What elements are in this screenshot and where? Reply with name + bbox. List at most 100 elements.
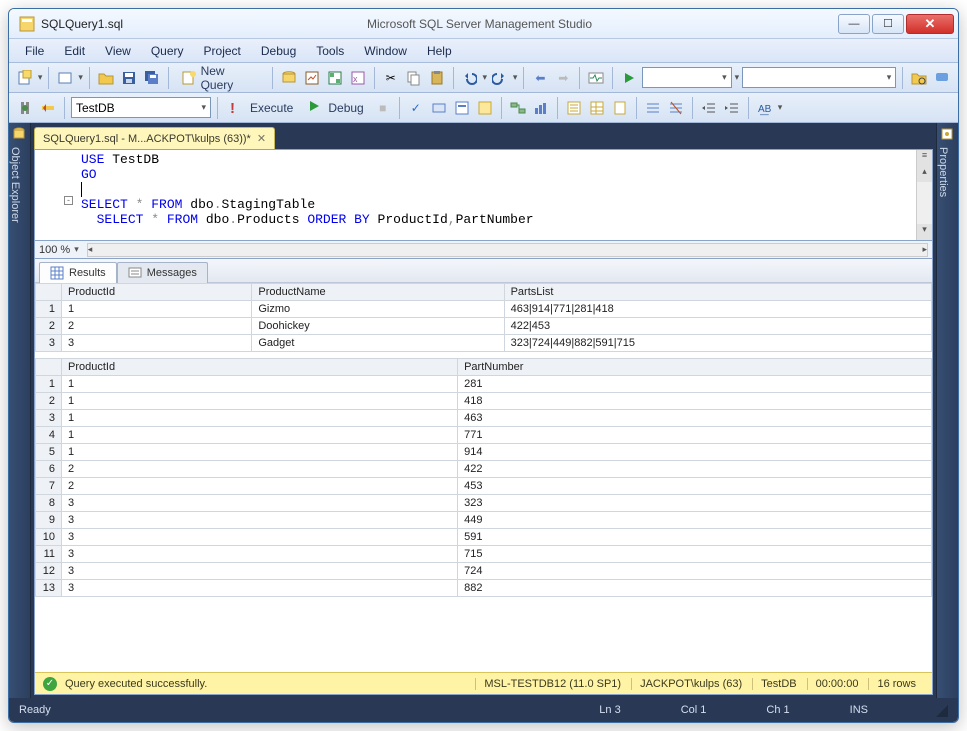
grid-cell[interactable]: Doohickey xyxy=(252,318,504,335)
messages-tab[interactable]: Messages xyxy=(117,262,208,283)
debug-button[interactable]: Debug xyxy=(302,98,369,118)
include-stats-icon[interactable] xyxy=(531,98,551,118)
menu-help[interactable]: Help xyxy=(417,41,462,61)
menu-view[interactable]: View xyxy=(95,41,141,61)
vertical-scrollbar[interactable]: ≡ ▴ ▾ xyxy=(916,150,932,240)
mdx-query-icon[interactable] xyxy=(325,68,345,88)
specify-values-icon[interactable]: A͟B xyxy=(755,98,775,118)
change-connection-icon[interactable] xyxy=(38,98,58,118)
grid-column-header[interactable]: ProductId xyxy=(62,284,252,301)
grid-cell[interactable]: 1 xyxy=(62,301,252,318)
dropdown-caret-icon[interactable]: ▾ xyxy=(735,72,740,83)
parse-icon[interactable]: ✓ xyxy=(406,98,426,118)
grid-cell[interactable]: 771 xyxy=(458,427,932,444)
scroll-up-icon[interactable]: ▴ xyxy=(917,166,932,182)
connect-icon[interactable] xyxy=(15,98,35,118)
nav-back-icon[interactable]: ⬅ xyxy=(530,68,550,88)
close-button[interactable]: ✕ xyxy=(906,14,954,34)
new-query-button[interactable]: New Query xyxy=(175,62,267,94)
editor-code[interactable]: USE TestDB GO SELECT * FROM dbo.StagingT… xyxy=(77,150,916,240)
grid-row-header[interactable]: 12 xyxy=(36,563,62,580)
copy-icon[interactable] xyxy=(404,68,424,88)
save-icon[interactable] xyxy=(119,68,139,88)
new-project-icon[interactable] xyxy=(15,68,35,88)
undo-icon[interactable] xyxy=(460,68,480,88)
menu-file[interactable]: File xyxy=(15,41,54,61)
menu-tools[interactable]: Tools xyxy=(306,41,354,61)
grid-cell[interactable]: 3 xyxy=(62,335,252,352)
grid-row-header[interactable]: 8 xyxy=(36,495,62,512)
grid-cell[interactable]: 1 xyxy=(62,444,458,461)
dropdown-caret-icon[interactable]: ▾ xyxy=(778,102,783,113)
new-item-icon[interactable] xyxy=(55,68,75,88)
find-dropdown[interactable]: ▾ xyxy=(742,67,896,88)
cancel-query-icon[interactable]: ■ xyxy=(373,98,393,118)
open-folder-icon[interactable] xyxy=(96,68,116,88)
grid-cell[interactable]: 715 xyxy=(458,546,932,563)
results-tab[interactable]: Results xyxy=(39,262,117,283)
table-row[interactable]: 41771 xyxy=(36,427,932,444)
grid-cell[interactable]: 591 xyxy=(458,529,932,546)
grid-column-header[interactable]: PartsList xyxy=(504,284,931,301)
grid-cell[interactable]: 3 xyxy=(62,563,458,580)
dropdown-caret-icon[interactable]: ▾ xyxy=(482,72,487,83)
grid-cell[interactable]: 453 xyxy=(458,478,932,495)
grid-column-header[interactable]: ProductId xyxy=(62,359,458,376)
title-bar[interactable]: SQLQuery1.sql Microsoft SQL Server Manag… xyxy=(9,9,958,39)
grid-row-header[interactable]: 7 xyxy=(36,478,62,495)
grid-row-header[interactable]: 2 xyxy=(36,393,62,410)
grid-row-header[interactable]: 2 xyxy=(36,318,62,335)
tab-close-icon[interactable]: ✕ xyxy=(257,132,266,145)
grid-cell[interactable]: 914 xyxy=(458,444,932,461)
grid-cell[interactable]: 422 xyxy=(458,461,932,478)
resize-grip-icon[interactable] xyxy=(934,703,948,717)
grid-cell[interactable]: 3 xyxy=(62,495,458,512)
increase-indent-icon[interactable] xyxy=(722,98,742,118)
grid-column-header[interactable]: ProductName xyxy=(252,284,504,301)
chevron-down-icon[interactable]: ▾ xyxy=(74,244,79,255)
save-all-icon[interactable] xyxy=(142,68,162,88)
outline-collapse-icon[interactable]: - xyxy=(64,196,73,205)
redo-icon[interactable] xyxy=(490,68,510,88)
decrease-indent-icon[interactable] xyxy=(699,98,719,118)
grid-cell[interactable]: 3 xyxy=(62,546,458,563)
horizontal-scrollbar[interactable]: ◂ ▸ xyxy=(87,243,928,257)
table-row[interactable]: 31463 xyxy=(36,410,932,427)
grid-cell[interactable]: 422|453 xyxy=(504,318,931,335)
scroll-left-icon[interactable]: ◂ xyxy=(88,244,93,255)
grid-cell[interactable]: 2 xyxy=(62,461,458,478)
comment-out-icon[interactable] xyxy=(643,98,663,118)
grid-row-header[interactable]: 4 xyxy=(36,427,62,444)
comment-icon[interactable] xyxy=(932,68,952,88)
table-row[interactable]: 113715 xyxy=(36,546,932,563)
cut-icon[interactable]: ✂ xyxy=(381,68,401,88)
menu-window[interactable]: Window xyxy=(354,41,417,61)
results-text-icon[interactable] xyxy=(564,98,584,118)
grid-cell[interactable]: 1 xyxy=(62,427,458,444)
object-explorer-panel[interactable]: Object Explorer xyxy=(9,123,31,698)
grid-cell[interactable]: 418 xyxy=(458,393,932,410)
intellisense-icon[interactable] xyxy=(475,98,495,118)
activity-monitor-icon[interactable] xyxy=(586,68,606,88)
grid-row-header[interactable]: 1 xyxy=(36,376,62,393)
db-engine-query-icon[interactable] xyxy=(279,68,299,88)
query-options-icon[interactable] xyxy=(452,98,472,118)
uncomment-icon[interactable] xyxy=(666,98,686,118)
grid-cell[interactable]: 3 xyxy=(62,529,458,546)
dropdown-caret-icon[interactable]: ▾ xyxy=(513,72,518,83)
table-row[interactable]: 11Gizmo463|914|771|281|418 xyxy=(36,301,932,318)
grid-cell[interactable]: 449 xyxy=(458,512,932,529)
grid-row-header[interactable]: 11 xyxy=(36,546,62,563)
grid-cell[interactable]: 3 xyxy=(62,512,458,529)
scroll-down-icon[interactable]: ▾ xyxy=(917,224,932,240)
grid-row-header[interactable]: 9 xyxy=(36,512,62,529)
table-row[interactable]: 11281 xyxy=(36,376,932,393)
paste-icon[interactable] xyxy=(427,68,447,88)
grid-cell[interactable]: 724 xyxy=(458,563,932,580)
minimize-button[interactable]: — xyxy=(838,14,870,34)
results-grid-1[interactable]: ProductIdProductNamePartsList11Gizmo463|… xyxy=(35,283,932,352)
table-row[interactable]: 133882 xyxy=(36,580,932,597)
splitter-icon[interactable]: ≡ xyxy=(917,150,932,166)
table-row[interactable]: 83323 xyxy=(36,495,932,512)
include-plan-icon[interactable] xyxy=(508,98,528,118)
